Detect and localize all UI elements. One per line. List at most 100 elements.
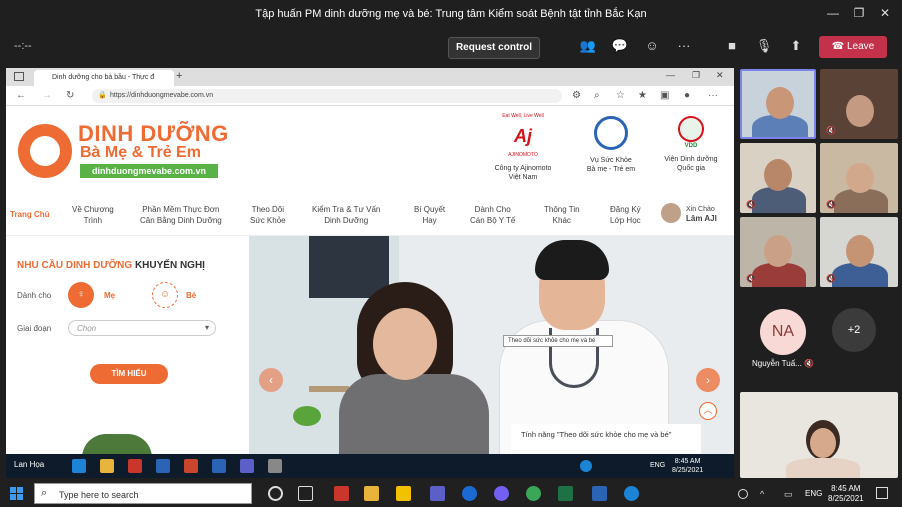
browser-close-icon[interactable]: ✕ [716, 70, 724, 81]
mother-option-icon[interactable]: ♀ [68, 282, 94, 308]
word-taskbar-icon[interactable] [212, 459, 226, 473]
tab-actions-icon[interactable] [14, 72, 24, 81]
new-tab-button[interactable]: + [176, 70, 182, 82]
nav-tips[interactable]: Bí Quyết Hay [414, 204, 445, 226]
nav-label: Phần Mềm Thực Đơn [142, 205, 220, 214]
sticky-notes-icon[interactable] [396, 486, 411, 501]
zalo-icon[interactable] [462, 486, 477, 501]
participant-tile[interactable]: 🔇 [740, 143, 816, 213]
participant-tile[interactable]: 🔇 [820, 217, 898, 287]
nav-program[interactable]: Về Chương Trình [72, 204, 114, 226]
windows-start-icon[interactable] [10, 487, 23, 500]
teams-title-bar: Tập huấn PM dinh dưỡng mẹ và bé: Trung t… [0, 0, 902, 28]
excel-icon[interactable] [558, 486, 573, 501]
more-participants-button[interactable]: +2 [832, 308, 876, 352]
mic-muted-icon: 🔇 [746, 200, 756, 209]
leave-button[interactable]: ☎ Leave [819, 36, 887, 58]
participant-tile[interactable]: 🔇 [740, 217, 816, 287]
collections-icon[interactable]: ▣ [660, 90, 669, 101]
mic-off-icon[interactable]: 🎙 [754, 38, 774, 56]
browser-minimize-icon[interactable]: — [666, 70, 675, 80]
settings-more-icon[interactable]: ··· [708, 90, 718, 101]
chat-icon[interactable]: 💬 [610, 38, 630, 56]
prev-slide-icon[interactable]: ‹ [259, 368, 283, 392]
minimize-icon[interactable]: — [826, 6, 840, 20]
remote-clock[interactable]: 8:45 AM 8/25/2021 [672, 457, 703, 475]
partner-ajinomoto[interactable]: Eat Well, Live Well Aj AJINOMOTO Công ty… [482, 113, 564, 182]
scroll-top-icon[interactable]: ︿ [699, 402, 717, 420]
nav-home[interactable]: Trang Chủ [10, 209, 50, 220]
taskbar-search-input[interactable]: ⌕ Type here to search [34, 483, 252, 504]
nav-menu-software[interactable]: Phần Mềm Thực Đơn Cân Bằng Dinh Dưỡng [140, 204, 222, 226]
nav-health-tracking[interactable]: Theo Dõi Sức Khỏe [250, 204, 286, 226]
partner-vdd[interactable]: VDD Viện Dinh dưỡng Quốc gia [650, 114, 732, 173]
request-control-button[interactable]: Request control [448, 37, 540, 59]
browser-tab[interactable]: Dinh dưỡng cho bà bầu - Thực đ [34, 70, 174, 86]
share-tray-icon[interactable]: ⬆ [786, 38, 806, 56]
read-aloud-icon[interactable]: ⚙ [572, 90, 581, 101]
nav-other-info[interactable]: Thông Tin Khác [544, 204, 580, 226]
participant-tile[interactable]: 🔇 [820, 143, 898, 213]
site-logo-icon[interactable] [18, 124, 72, 178]
people-tray-icon[interactable] [738, 489, 748, 499]
system-clock[interactable]: 8:45 AM 8/25/2021 [828, 484, 864, 504]
task-view-icon[interactable] [298, 486, 313, 501]
nav-health-workers[interactable]: Dành Cho Cán Bộ Y Tế [470, 204, 515, 226]
restore-icon[interactable]: ❐ [852, 6, 866, 20]
partner-mch[interactable]: Vụ Sức Khỏe Bà mẹ - Trẻ em [570, 114, 652, 174]
network-icon[interactable]: ▭ [784, 489, 796, 499]
word-taskbar-icon[interactable] [156, 459, 170, 473]
edge-icon[interactable] [624, 486, 639, 501]
people-icon[interactable]: 👥 [578, 38, 598, 56]
more-icon[interactable]: ··· [674, 38, 694, 56]
baby-option-icon[interactable]: ☺ [152, 282, 178, 308]
user-avatar[interactable] [661, 203, 681, 223]
nav-register-class[interactable]: Đăng Ký Lớp Học [610, 204, 641, 226]
url-input[interactable]: 🔒 https://dinhduongmevabe.com.vn [92, 89, 562, 103]
participant-tile[interactable]: 🔇 [820, 69, 898, 139]
explorer-taskbar-icon[interactable] [100, 459, 114, 473]
user-greeting[interactable]: Xin Chào Lâm AJI [686, 205, 717, 224]
paint-taskbar-icon[interactable] [268, 459, 282, 473]
browser-restore-icon[interactable]: ❐ [692, 70, 700, 81]
profile-icon[interactable]: ● [684, 90, 690, 101]
chevron-up-icon[interactable]: ^ [760, 489, 770, 499]
nav-consult[interactable]: Kiểm Tra & Tư Vấn Dinh Dưỡng [312, 204, 380, 226]
favorites-icon[interactable]: ★ [638, 90, 647, 101]
stage-select[interactable]: Chọn [68, 320, 216, 336]
help-tray-icon[interactable] [580, 460, 592, 472]
participant-tile[interactable] [740, 69, 816, 139]
participant-tile[interactable] [740, 392, 898, 478]
language-indicator[interactable]: ENG [650, 462, 665, 469]
next-slide-icon[interactable]: › [696, 368, 720, 392]
word-icon[interactable] [592, 486, 607, 501]
back-icon[interactable]: ← [16, 90, 26, 101]
teams-taskbar-icon[interactable] [240, 459, 254, 473]
teams-taskbar-icon[interactable] [430, 486, 445, 501]
mother-option-label[interactable]: Mẹ [104, 291, 115, 300]
viber-icon[interactable] [494, 486, 509, 501]
edge-taskbar-icon[interactable] [72, 459, 86, 473]
mic-muted-icon: 🔇 [826, 274, 836, 283]
favorite-icon[interactable]: ☆ [616, 90, 625, 101]
zoom-icon[interactable]: ⌕ [594, 90, 600, 101]
chrome-icon[interactable] [526, 486, 541, 501]
refresh-icon[interactable]: ↻ [66, 90, 74, 101]
baby-option-label[interactable]: Bé [186, 291, 196, 300]
close-icon[interactable]: ✕ [878, 6, 892, 20]
forward-icon[interactable]: → [42, 90, 52, 101]
participant-avatar[interactable]: NA [760, 309, 806, 355]
nav-label: Theo Dõi [251, 205, 285, 214]
find-out-button[interactable]: TÌM HIỂU [90, 364, 168, 384]
hero-caption[interactable]: Tính năng "Theo dõi sức khỏe cho mẹ và b… [511, 424, 701, 456]
camera-icon[interactable]: ■ [722, 38, 742, 56]
file-explorer-icon[interactable] [364, 486, 379, 501]
shield-taskbar-icon[interactable] [128, 459, 142, 473]
reactions-icon[interactable]: ☺ [642, 38, 662, 56]
notification-icon[interactable] [876, 487, 888, 499]
language-indicator[interactable]: ENG [805, 489, 822, 498]
shield-taskbar-icon[interactable] [334, 486, 349, 501]
powerpoint-taskbar-icon[interactable] [184, 459, 198, 473]
nav-label: Đăng Ký [610, 205, 641, 214]
cortana-icon[interactable] [268, 486, 283, 501]
